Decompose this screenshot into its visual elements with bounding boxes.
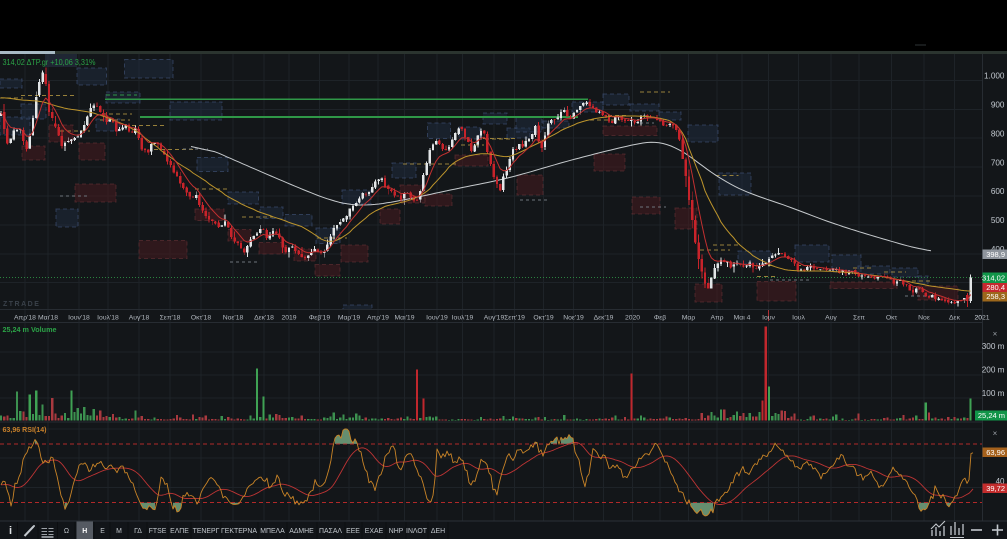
svg-text:ΜΠΕΛΑ: ΜΠΕΛΑ (260, 528, 285, 535)
svg-text:Ιουλ'18: Ιουλ'18 (97, 315, 119, 322)
svg-text:ΙΝΛΟΤ: ΙΝΛΟΤ (406, 528, 428, 535)
svg-text:Ιουν: Ιουν (762, 315, 775, 322)
svg-text:2021: 2021 (974, 315, 989, 322)
svg-text:100 m: 100 m (982, 389, 1005, 398)
svg-text:Ε: Ε (100, 528, 105, 535)
svg-text:ΝΗΡ: ΝΗΡ (389, 528, 404, 535)
svg-text:Σεπ'18: Σεπ'18 (160, 315, 181, 322)
svg-text:25,24 m Volume: 25,24 m Volume (3, 325, 57, 334)
svg-text:ΕΕΕ: ΕΕΕ (346, 528, 360, 535)
svg-text:200 m: 200 m (982, 366, 1005, 375)
svg-text:Φεβ'19: Φεβ'19 (309, 315, 330, 322)
svg-text:900: 900 (991, 101, 1005, 110)
svg-text:Σεπ: Σεπ (853, 315, 865, 322)
svg-text:Οκτ'19: Οκτ'19 (533, 315, 553, 322)
svg-text:314,02: 314,02 (982, 274, 1005, 283)
svg-text:Μ: Μ (116, 528, 122, 535)
svg-text:ΕΧΑΕ: ΕΧΑΕ (365, 528, 384, 535)
svg-text:Μαι 4: Μαι 4 (734, 315, 751, 322)
svg-text:Ιουν'19: Ιουν'19 (426, 315, 448, 322)
svg-text:ΤΕΝΕΡΓ: ΤΕΝΕΡΓ (193, 528, 220, 535)
svg-text:Φεβ: Φεβ (654, 315, 666, 322)
svg-text:FTSE: FTSE (149, 528, 167, 535)
svg-text:25,24 m: 25,24 m (978, 411, 1005, 420)
svg-text:800: 800 (991, 129, 1005, 138)
svg-text:39,72: 39,72 (986, 484, 1005, 493)
svg-text:398,9: 398,9 (986, 250, 1005, 259)
svg-text:Δεκ'18: Δεκ'18 (254, 315, 274, 322)
svg-text:Οκτ: Οκτ (886, 315, 898, 322)
svg-text:63,96 RSI(14): 63,96 RSI(14) (3, 425, 47, 434)
svg-text:Μαρ'19: Μαρ'19 (338, 315, 361, 322)
svg-text:Μαρ: Μαρ (682, 315, 696, 322)
svg-text:Αυγ'18: Αυγ'18 (129, 315, 150, 322)
svg-text:300 m: 300 m (982, 342, 1005, 351)
svg-text:63,96: 63,96 (986, 448, 1005, 457)
svg-text:Απρ: Απρ (710, 315, 723, 322)
svg-text:Μαι'19: Μαι'19 (395, 315, 415, 322)
svg-text:2019: 2019 (281, 315, 296, 322)
svg-text:Αυγ'19: Αυγ'19 (484, 315, 505, 322)
svg-text:Ω: Ω (64, 528, 69, 535)
svg-text:ΑΔΜΗΕ: ΑΔΜΗΕ (289, 528, 314, 535)
svg-text:500: 500 (991, 216, 1005, 225)
svg-text:Αυγ: Αυγ (825, 315, 837, 322)
svg-text:Νοε'19: Νοε'19 (563, 315, 584, 322)
svg-text:Ιουλ'19: Ιουλ'19 (452, 315, 474, 322)
svg-text:ΓΕΚΤΕΡΝΑ: ΓΕΚΤΕΡΝΑ (221, 528, 257, 535)
svg-text:600: 600 (991, 187, 1005, 196)
svg-text:Ιουλ: Ιουλ (792, 315, 805, 322)
svg-text:Νοε: Νοε (918, 315, 930, 322)
svg-text:Μαι'18: Μαι'18 (38, 315, 58, 322)
svg-text:314,02 ΔTP.gr +10,06 3,31%: 314,02 ΔTP.gr +10,06 3,31% (3, 58, 96, 67)
svg-text:Ιουν'18: Ιουν'18 (68, 315, 90, 322)
svg-text:Οκτ'18: Οκτ'18 (191, 315, 211, 322)
svg-text:Απρ'19: Απρ'19 (367, 315, 389, 322)
svg-text:ZTRADE: ZTRADE (3, 301, 40, 308)
svg-text:Δεκ'19: Δεκ'19 (594, 315, 614, 322)
svg-text:258,3: 258,3 (986, 292, 1005, 301)
svg-text:Νοε'18: Νοε'18 (223, 315, 244, 322)
svg-text:Η: Η (82, 528, 87, 535)
svg-text:ΓΔ: ΓΔ (134, 528, 142, 535)
svg-text:2020: 2020 (625, 315, 640, 322)
svg-text:Απρ'18: Απρ'18 (14, 315, 36, 322)
svg-text:×: × (993, 330, 998, 339)
svg-text:i: i (9, 525, 12, 537)
svg-text:×: × (993, 429, 998, 438)
svg-text:Σεπ'19: Σεπ'19 (504, 315, 525, 322)
svg-text:Δεκ: Δεκ (949, 315, 961, 322)
svg-text:1.000: 1.000 (984, 72, 1005, 81)
svg-text:ΠΑΣΑΛ: ΠΑΣΑΛ (319, 528, 342, 535)
svg-text:ΔΕΗ: ΔΕΗ (431, 528, 445, 535)
svg-text:280,4: 280,4 (986, 283, 1005, 292)
svg-text:700: 700 (991, 158, 1005, 167)
svg-text:ΕΛΠΕ: ΕΛΠΕ (170, 528, 189, 535)
